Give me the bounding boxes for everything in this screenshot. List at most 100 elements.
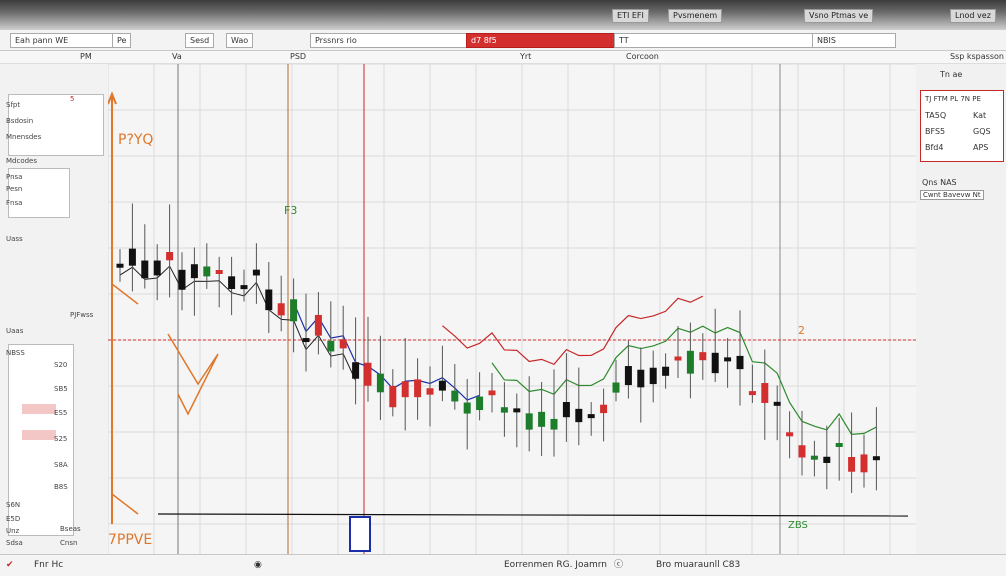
candle-body (600, 404, 608, 414)
price-chart[interactable]: P?YQ 2 7PPVE ZBS F3 (107, 63, 916, 554)
candle-body (228, 276, 236, 290)
toolbar-button[interactable]: NBIS (812, 33, 896, 48)
candle-body (860, 454, 868, 473)
sidebar-value: SB5 (54, 385, 68, 393)
level-label: 2 (798, 324, 805, 337)
quote-label: TA5Q (925, 111, 947, 120)
candle-body (364, 362, 372, 386)
candle-body (798, 445, 806, 458)
menu-item[interactable]: Yrt (520, 51, 531, 63)
candle-body (153, 260, 161, 276)
candle-body (463, 402, 471, 414)
highlight-bar (22, 404, 56, 414)
candle-body (587, 414, 595, 419)
candle-body (203, 266, 211, 277)
candle-body (339, 339, 347, 349)
right-sidebar: Tn ae TJ FTM PL 7N PE TA5Q Kat BFS5 GQS … (916, 64, 1006, 554)
symbol-field[interactable]: Eah pann WE (10, 33, 116, 48)
sidebar-item[interactable]: Uass (6, 234, 23, 244)
sidebar-item[interactable]: Mdcodes (6, 156, 37, 166)
toolbar-button[interactable]: Prssnrs rio (310, 33, 470, 48)
candle-body (376, 373, 384, 393)
sidebar-item[interactable]: S6N (6, 500, 20, 510)
candle-body (166, 252, 174, 261)
sidebar-item[interactable]: Mnensdes (6, 132, 41, 142)
candle-body (575, 408, 583, 423)
titlebar-chip[interactable]: ETI EFI (612, 9, 649, 23)
menu-item[interactable]: PSD (290, 51, 306, 63)
candle-body (513, 408, 521, 413)
sidebar-item[interactable]: Pnsa (6, 172, 22, 182)
candle-body (699, 352, 707, 361)
sidebar-item[interactable]: Sfpt (6, 100, 20, 110)
candle-body (550, 418, 558, 430)
candle-body (128, 248, 136, 266)
panel-subtitle: Qns NAS (922, 178, 957, 187)
sidebar-item[interactable]: Pesn (6, 184, 22, 194)
chart-canvas[interactable]: P?YQ 2 7PPVE ZBS F3 (107, 63, 916, 554)
candle-body (674, 356, 682, 361)
sidebar-item[interactable]: Bsdosin (6, 116, 33, 126)
toolbar-button[interactable]: Wao (226, 33, 254, 48)
candle-body (215, 270, 223, 275)
candle-body (761, 383, 769, 403)
candle-body (711, 352, 719, 374)
quote-value: GQS (973, 127, 991, 136)
candle-body (302, 338, 310, 343)
panel-field[interactable]: Cwnt Bavevw Nt (920, 190, 984, 200)
chart-grid (107, 63, 916, 554)
titlebar-chip[interactable]: Vsno Ptmas ve (804, 9, 874, 23)
menu-item[interactable]: Ssp kspasson (950, 51, 1004, 63)
toolbar-field[interactable]: TT (614, 33, 814, 48)
active-symbol-button[interactable]: d7 8f5 (466, 33, 616, 48)
sidebar-item[interactable]: Bseas (60, 524, 81, 534)
candle-body (835, 442, 843, 447)
highlight-bar (22, 430, 56, 440)
candle-body (252, 269, 260, 276)
candle-body (352, 362, 360, 379)
candle-body (178, 269, 186, 290)
candle-body (240, 285, 248, 290)
sidebar-item[interactable]: PJFwss (70, 310, 93, 320)
menu-item[interactable]: Corcoon (626, 51, 659, 63)
status-right: Bro muaraunll C83 (656, 560, 741, 570)
candle-body (786, 432, 794, 437)
quote-value: Kat (973, 111, 987, 120)
sidebar-item[interactable]: NBSS (6, 348, 25, 358)
menu-item[interactable]: Va (172, 51, 182, 63)
candle-body (290, 299, 298, 322)
candle-body (314, 314, 322, 336)
titlebar-chip[interactable]: Lnod vez (950, 9, 996, 23)
chart-menubar: PM Va PSD Yrt Corcoon Ssp kspasson (0, 51, 1006, 64)
toolbar-button[interactable]: Pe (112, 33, 132, 48)
candle-body (624, 366, 632, 386)
status-icon: ✔ (6, 560, 14, 570)
sidebar-value: S8A (54, 461, 68, 469)
chart-annotation: F3 (284, 204, 297, 217)
candle-body (810, 455, 818, 460)
candle-body (525, 413, 533, 430)
sidebar-item[interactable]: Sdsa (6, 538, 23, 548)
candle-body (327, 340, 335, 352)
candle-body (426, 388, 434, 395)
sidebar-item[interactable]: Unz (6, 526, 19, 536)
candle-body (389, 385, 397, 408)
candle-body (141, 260, 149, 279)
status-mid: Eorrenmen RG. Joamrn (504, 560, 607, 570)
status-bar: ✔ Fnr Hc ◉ Eorrenmen RG. Joamrn ⓒ Bro mu… (0, 554, 1006, 576)
candle-body (500, 407, 508, 413)
candle-body (649, 367, 657, 385)
menu-item[interactable]: PM (80, 51, 92, 63)
sidebar-item[interactable]: Cnsn (60, 538, 77, 548)
titlebar-chip[interactable]: Pvsmenem (668, 9, 723, 23)
candle-body (277, 303, 285, 316)
order-marker-icon (349, 516, 371, 552)
candle-body (116, 263, 124, 268)
sidebar-item[interactable]: E5D (6, 514, 20, 524)
sidebar-item[interactable]: Fnsa (6, 198, 22, 208)
toolbar-button[interactable]: Sesd (185, 33, 215, 48)
window-titlebar: ETI EFI Pvsmenem Vsno Ptmas ve Lnod vez (0, 0, 1006, 30)
candle-body (265, 289, 273, 311)
sidebar-item[interactable]: Uaas (6, 326, 23, 336)
candle-body (438, 380, 446, 391)
